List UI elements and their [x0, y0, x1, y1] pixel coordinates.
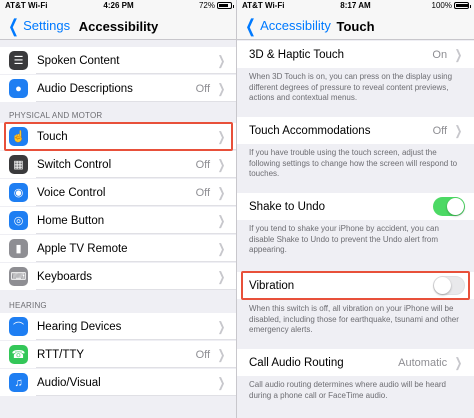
status-bar: AT&T Wi-Fi 4:26 PM 72%: [0, 0, 237, 12]
settings-row-hearing-devices[interactable]: ⌒ Hearing Devices ❯: [0, 313, 237, 340]
haptic-footer: When 3D Touch is on, you can press on th…: [249, 72, 453, 102]
haptic-touch-row[interactable]: 3D & Haptic Touch On ❯: [237, 41, 474, 68]
row-label: Switch Control: [37, 158, 112, 171]
speech-bubble-icon: ☰: [9, 51, 28, 70]
vibration-footer: When this switch is off, all vibration o…: [249, 304, 459, 334]
shake-to-undo-row: Shake to Undo: [237, 193, 474, 220]
remote-icon: ▮: [9, 239, 28, 258]
battery-percent: 100%: [431, 1, 452, 10]
chevron-right-icon: ❯: [217, 80, 226, 96]
nav-bar: ❮ Accessibility Touch: [237, 12, 474, 40]
chevron-right-icon: ❯: [454, 122, 463, 138]
touch-accommodations-row[interactable]: Touch Accommodations Off ❯: [237, 117, 474, 144]
row-value: Off: [195, 348, 211, 361]
settings-list: ☰ Spoken Content ❯ ● Audio Descriptions Off ❯ P…: [0, 41, 237, 418]
accommodations-footer: If you have trouble using the touch scre…: [249, 148, 458, 178]
row-separator: [36, 339, 237, 340]
chevron-right-icon: ❯: [217, 240, 226, 256]
row-separator: [36, 177, 237, 178]
row-label: Keyboards: [37, 270, 92, 283]
row-label: Voice Control: [37, 186, 106, 199]
voice-control-icon: ◉: [9, 183, 28, 202]
ear-icon: ⌒: [9, 317, 28, 336]
chevron-right-icon: ❯: [217, 184, 226, 200]
battery-icon: [217, 2, 234, 9]
page-title: Accessibility: [78, 19, 159, 34]
chevron-right-icon: ❯: [217, 346, 226, 362]
battery-icon: [454, 2, 471, 9]
row-label: Audio/Visual: [37, 376, 101, 389]
row-label: Spoken Content: [37, 54, 120, 67]
shake-footer: If you tend to shake your iPhone by acci…: [249, 224, 439, 254]
row-separator: [36, 261, 237, 262]
settings-row-audio-visual[interactable]: ♫ Audio/Visual ❯: [0, 369, 237, 396]
settings-row-home-button[interactable]: ◎ Home Button ❯: [0, 207, 237, 234]
touch-settings-list: 3D & Haptic Touch On ❯ When 3D Touch is …: [237, 41, 474, 418]
home-button-icon: ◎: [9, 211, 28, 230]
chevron-right-icon: ❯: [217, 212, 226, 228]
row-separator: [36, 395, 237, 396]
row-value: Off: [195, 186, 211, 199]
settings-row-spoken-content[interactable]: ☰ Spoken Content ❯: [0, 47, 237, 74]
touch-screen: AT&T Wi-Fi 8:17 AM 100% ❮ Accessibility …: [237, 0, 474, 418]
chevron-right-icon: ❯: [217, 52, 226, 68]
section-header-physical: PHYSICAL AND MOTOR: [9, 111, 103, 120]
touch-highlight: [4, 122, 233, 151]
nav-bar: ❮ Settings Accessibility: [0, 12, 237, 40]
call-audio-routing-row[interactable]: Call Audio Routing Automatic ❯: [237, 349, 474, 376]
settings-row-switch-control[interactable]: ▦ Switch Control Off ❯: [0, 151, 237, 178]
row-value: Automatic: [398, 356, 448, 369]
settings-row-keyboards[interactable]: ⌨ Keyboards ❯: [0, 263, 237, 290]
audio-routing-footer: Call audio routing determines where audi…: [249, 380, 447, 400]
accessibility-screen: AT&T Wi-Fi 4:26 PM 72% ❮ Settings Access…: [0, 0, 237, 418]
row-separator: [36, 367, 237, 368]
vibration-highlight: [241, 271, 470, 300]
row-label: RTT/TTY: [37, 348, 85, 361]
row-separator: [36, 205, 237, 206]
row-label: Hearing Devices: [37, 320, 122, 333]
row-label: Touch Accommodations: [249, 124, 371, 137]
page-title: Touch: [336, 19, 375, 34]
row-separator: [36, 233, 237, 234]
chevron-right-icon: ❯: [217, 318, 226, 334]
row-value: Off: [195, 158, 211, 171]
chevron-right-icon: ❯: [454, 354, 463, 370]
settings-row-voice-control[interactable]: ◉ Voice Control Off ❯: [0, 179, 237, 206]
settings-row-rtt-tty[interactable]: ☎ RTT/TTY Off ❯: [0, 341, 237, 368]
row-label: Audio Descriptions: [37, 82, 133, 95]
tty-icon: ☎: [9, 345, 28, 364]
row-label: Shake to Undo: [249, 200, 326, 213]
speaker-icon: ♫: [9, 373, 28, 392]
chevron-right-icon: ❯: [217, 156, 226, 172]
settings-row-audio-descriptions[interactable]: ● Audio Descriptions Off ❯: [0, 75, 237, 102]
audio-description-icon: ●: [9, 79, 28, 98]
status-bar: AT&T Wi-Fi 8:17 AM 100%: [237, 0, 474, 12]
battery-percent: 72%: [198, 1, 215, 10]
row-label: Call Audio Routing: [249, 356, 344, 369]
row-value: Off: [432, 124, 448, 137]
row-value: Off: [195, 82, 211, 95]
grid-icon: ▦: [9, 155, 28, 174]
row-value: On: [432, 48, 448, 61]
row-separator: [36, 289, 237, 290]
section-header-hearing: HEARING: [9, 301, 47, 310]
chevron-right-icon: ❯: [454, 46, 463, 62]
row-label: Home Button: [37, 214, 105, 227]
chevron-right-icon: ❯: [217, 374, 226, 390]
chevron-right-icon: ❯: [217, 268, 226, 284]
keyboard-icon: ⌨: [9, 267, 28, 286]
shake-to-undo-toggle[interactable]: [433, 197, 465, 216]
row-separator: [36, 101, 237, 102]
settings-row-apple-tv-remote[interactable]: ▮ Apple TV Remote ❯: [0, 235, 237, 262]
row-separator: [36, 73, 237, 74]
row-label: 3D & Haptic Touch: [249, 48, 345, 61]
row-label: Apple TV Remote: [37, 242, 128, 255]
